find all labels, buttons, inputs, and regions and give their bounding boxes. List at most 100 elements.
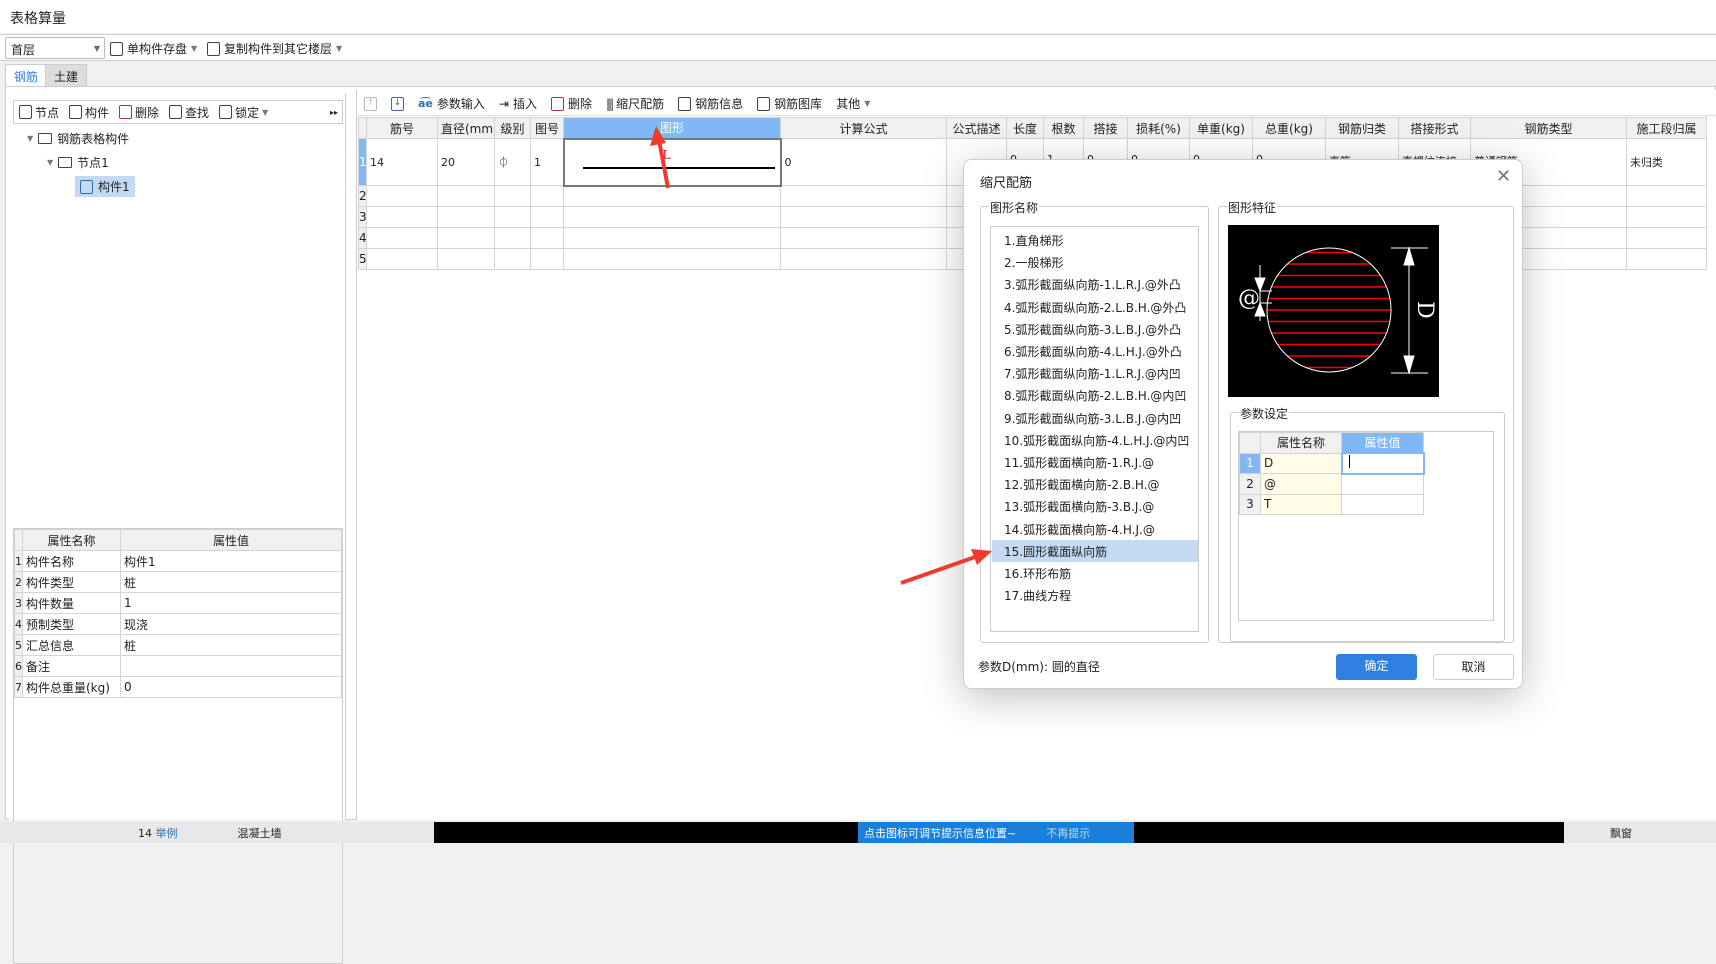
property-value[interactable] bbox=[120, 655, 342, 677]
param-row[interactable]: 2 @ bbox=[1239, 473, 1424, 495]
shape-list-item[interactable]: 2.一般梯形 bbox=[992, 251, 1198, 273]
shape-list-item[interactable]: 6.弧形截面纵向筋-4.L.H.J.@外凸 bbox=[992, 340, 1198, 362]
col-header[interactable]: 钢筋归类 bbox=[1325, 117, 1399, 139]
grid-cell[interactable] bbox=[530, 206, 564, 228]
shape-list[interactable]: 1.直角梯形 2.一般梯形 3.弧形截面纵向筋-1.L.R.J.@外凸 4.弧形截面纵… bbox=[990, 226, 1199, 632]
insert-button[interactable]: ⇥ 插入 bbox=[499, 95, 537, 112]
close-icon[interactable]: ✕ bbox=[1496, 166, 1511, 187]
shape-list-item[interactable]: 15.圆形截面纵向筋 bbox=[992, 539, 1198, 562]
col-header[interactable]: 根数 bbox=[1043, 117, 1084, 139]
grid-cell[interactable] bbox=[494, 248, 531, 270]
grid-cell[interactable] bbox=[1626, 185, 1707, 207]
scale-rebar-button[interactable]: ||| 缩尺配筋 bbox=[606, 95, 664, 112]
property-row[interactable]: 7 构件总重量(kg) 0 bbox=[14, 676, 342, 698]
grid-cell[interactable] bbox=[437, 206, 495, 228]
move-down-button[interactable]: ↓ bbox=[391, 96, 404, 111]
grid-cell[interactable]: ⏀ bbox=[494, 138, 531, 186]
shape-list-item[interactable]: 12.弧形截面横向筋-2.B.H.@ bbox=[992, 473, 1198, 495]
col-header[interactable]: 图号 bbox=[530, 117, 564, 139]
copy-to-floors-button[interactable]: 复制构件到其它楼层 ▼ bbox=[207, 40, 342, 57]
grid-cell[interactable] bbox=[563, 206, 781, 228]
col-header[interactable]: 搭接形式 bbox=[1398, 117, 1471, 139]
col-header[interactable]: 筋号 bbox=[366, 117, 438, 139]
param-value-input[interactable] bbox=[1341, 493, 1424, 515]
param-value-input[interactable] bbox=[1341, 473, 1424, 495]
property-row[interactable]: 5 汇总信息桩 bbox=[14, 634, 342, 656]
col-header[interactable]: 图形 bbox=[563, 117, 781, 139]
grid-cell[interactable] bbox=[1626, 227, 1707, 249]
shape-list-item[interactable]: 13.弧形截面横向筋-3.B.J.@ bbox=[992, 495, 1198, 517]
floor-select[interactable]: 首层 ▼ bbox=[5, 37, 105, 59]
grid-cell[interactable] bbox=[1626, 248, 1707, 270]
col-header[interactable]: 总重(kg) bbox=[1252, 117, 1326, 139]
col-header[interactable]: 直径(mm) bbox=[437, 117, 495, 139]
row-number[interactable]: 2 bbox=[358, 185, 367, 207]
grid-cell[interactable] bbox=[437, 248, 495, 270]
expand-icon[interactable]: ▼ bbox=[47, 158, 53, 167]
grid-cell[interactable] bbox=[366, 248, 438, 270]
grid-cell[interactable] bbox=[530, 248, 564, 270]
property-value[interactable]: 构件1 bbox=[120, 550, 342, 572]
property-value[interactable]: 0 bbox=[120, 676, 342, 698]
grid-cell[interactable] bbox=[1626, 206, 1707, 228]
grid-cell[interactable] bbox=[780, 248, 947, 270]
property-row[interactable]: 1 构件名称 构件1 bbox=[14, 550, 342, 572]
lock-button[interactable]: 锁定 ▼ bbox=[219, 104, 268, 121]
grid-cell[interactable] bbox=[437, 185, 495, 207]
tree-node[interactable]: ▼ 节点1 bbox=[47, 152, 109, 172]
col-header[interactable]: 公式描述 bbox=[946, 117, 1007, 139]
shape-list-item[interactable]: 14.弧形截面横向筋-4.H.J.@ bbox=[992, 518, 1198, 540]
shape-list-item[interactable]: 9.弧形截面纵向筋-3.L.B.J.@内凹 bbox=[992, 407, 1198, 429]
rebar-info-button[interactable]: 钢筋信息 bbox=[678, 95, 743, 112]
grid-cell[interactable] bbox=[366, 227, 438, 249]
col-header[interactable]: 搭接 bbox=[1083, 117, 1128, 139]
grid-cell[interactable]: 14 bbox=[366, 138, 438, 186]
expand-icon[interactable]: ▼ bbox=[27, 134, 33, 143]
grid-cell[interactable] bbox=[563, 248, 781, 270]
param-row[interactable]: 1D bbox=[1239, 452, 1425, 475]
shape-list-item[interactable]: 17.曲线方程 bbox=[992, 584, 1198, 606]
save-single-button[interactable]: 单构件存盘 ▼ bbox=[110, 40, 197, 57]
shape-cell[interactable]: L bbox=[562, 137, 782, 187]
col-header[interactable]: 钢筋类型 bbox=[1470, 117, 1627, 139]
grid-cell[interactable] bbox=[563, 227, 781, 249]
col-header[interactable]: 计算公式 bbox=[780, 117, 947, 139]
shape-list-item[interactable]: 1.直角梯形 bbox=[992, 229, 1198, 251]
more-icon[interactable]: ▸▸ bbox=[330, 108, 338, 117]
tab-civil[interactable]: 土建 bbox=[45, 64, 88, 86]
delete-button[interactable]: 删除 bbox=[119, 104, 159, 121]
property-value[interactable]: 现浇 bbox=[120, 613, 342, 635]
row-number[interactable]: 4 bbox=[358, 227, 367, 249]
property-value[interactable]: 桩 bbox=[120, 634, 342, 656]
param-input-button[interactable]: a͡e 参数输入 bbox=[418, 95, 485, 112]
grid-cell[interactable]: 0 bbox=[780, 138, 947, 186]
grid-cell[interactable]: 20 bbox=[437, 138, 495, 186]
shape-list-item[interactable]: 8.弧形截面纵向筋-2.L.B.H.@内凹 bbox=[992, 384, 1198, 406]
row-number[interactable]: 1 bbox=[358, 138, 367, 186]
shape-list-item[interactable]: 16.环形布筋 bbox=[992, 562, 1198, 584]
grid-cell[interactable] bbox=[780, 185, 947, 207]
col-header[interactable]: 损耗(%) bbox=[1127, 117, 1190, 139]
tree-root[interactable]: ▼ 钢筋表格构件 bbox=[27, 128, 129, 148]
property-row[interactable]: 2 构件类型桩 bbox=[14, 571, 342, 593]
cancel-button[interactable]: 取消 bbox=[1433, 654, 1514, 680]
property-value[interactable]: 1 bbox=[120, 592, 342, 614]
param-value-input[interactable] bbox=[1340, 452, 1425, 475]
row-number[interactable]: 5 bbox=[358, 248, 367, 270]
shape-list-item[interactable]: 3.弧形截面纵向筋-1.L.R.J.@外凸 bbox=[992, 273, 1198, 295]
shape-list-item[interactable]: 10.弧形截面纵向筋-4.L.H.J.@内凹 bbox=[992, 429, 1198, 451]
ok-button[interactable]: 确定 bbox=[1336, 654, 1417, 680]
grid-cell[interactable] bbox=[530, 227, 564, 249]
property-row[interactable]: 3 构件数量 1 bbox=[14, 592, 342, 614]
grid-cell[interactable] bbox=[366, 185, 438, 207]
add-node-button[interactable]: 节点 bbox=[19, 104, 59, 121]
other-menu[interactable]: 其他 ▼ bbox=[836, 95, 870, 112]
shape-list-item[interactable]: 5.弧形截面纵向筋-3.L.B.J.@外凸 bbox=[992, 318, 1198, 340]
dismiss-link[interactable]: 不再提示 bbox=[1046, 827, 1090, 840]
col-header[interactable]: 单重(kg) bbox=[1189, 117, 1253, 139]
tab-rebar[interactable]: 钢筋 bbox=[5, 64, 48, 86]
shape-list-item[interactable]: 7.弧形截面纵向筋-1.L.R.J.@内凹 bbox=[992, 362, 1198, 384]
col-header[interactable]: 施工段归属 bbox=[1626, 117, 1707, 139]
grid-cell[interactable] bbox=[494, 206, 531, 228]
add-component-button[interactable]: 构件 bbox=[69, 104, 109, 121]
